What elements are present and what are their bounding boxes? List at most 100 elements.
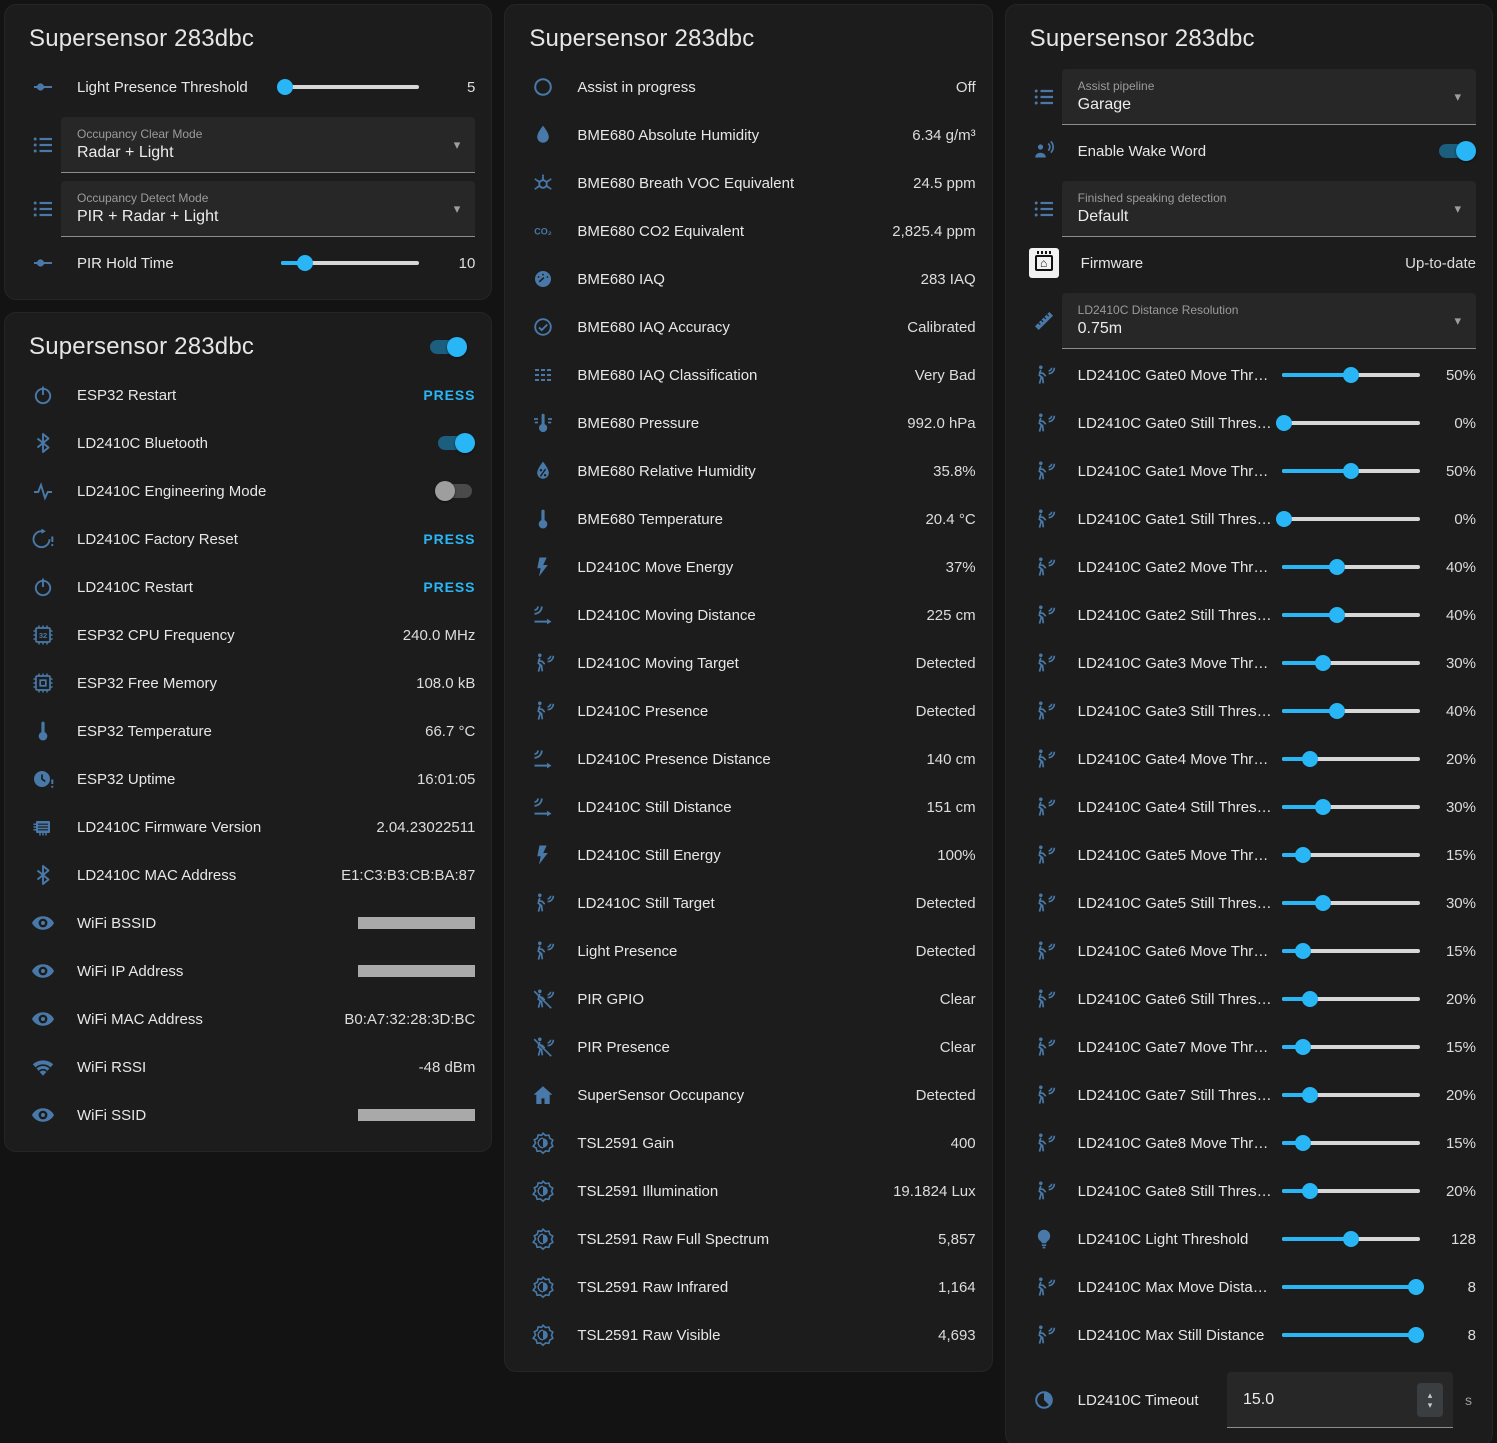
slider-thumb[interactable]: [1343, 367, 1359, 383]
slider[interactable]: [1282, 558, 1420, 576]
slider[interactable]: [1282, 1134, 1420, 1152]
row-ld2410c-gate2-move-threshold[interactable]: LD2410C Gate2 Move Threshold40%: [1006, 543, 1492, 591]
row-pir-gpio[interactable]: PIR GPIOClear: [505, 975, 991, 1023]
slider-thumb[interactable]: [1343, 1231, 1359, 1247]
slider-thumb[interactable]: [1343, 463, 1359, 479]
number-value[interactable]: 15.0: [1243, 1391, 1417, 1409]
slider[interactable]: [1282, 462, 1420, 480]
row-bme680-breath-voc-equivalent[interactable]: BME680 Breath VOC Equivalent24.5 ppm: [505, 159, 991, 207]
slider-thumb[interactable]: [1329, 607, 1345, 623]
toggle-switch[interactable]: [435, 433, 475, 453]
select-field[interactable]: Assist pipelineGarage▾: [1062, 69, 1476, 125]
row-tsl2591-raw-infrared[interactable]: TSL2591 Raw Infrared1,164: [505, 1263, 991, 1311]
slider[interactable]: [281, 78, 419, 96]
slider-thumb[interactable]: [1295, 1135, 1311, 1151]
row-esp32-cpu-frequency[interactable]: 32ESP32 CPU Frequency240.0 MHz: [5, 611, 491, 659]
row-ld2410c-gate5-move-threshold[interactable]: LD2410C Gate5 Move Threshold15%: [1006, 831, 1492, 879]
slider[interactable]: [1282, 1038, 1420, 1056]
slider-thumb[interactable]: [1315, 895, 1331, 911]
slider[interactable]: [1282, 990, 1420, 1008]
select-field[interactable]: Occupancy Clear ModeRadar + Light▾: [61, 117, 475, 173]
row-ld2410c-move-energy[interactable]: LD2410C Move Energy37%: [505, 543, 991, 591]
row-bme680-iaq-classification[interactable]: BME680 IAQ ClassificationVery Bad: [505, 351, 991, 399]
stepper-down-icon[interactable]: ▾: [1428, 1400, 1433, 1410]
slider[interactable]: [1282, 366, 1420, 384]
slider-thumb[interactable]: [297, 255, 313, 271]
row-ld2410c-gate3-still-threshold[interactable]: LD2410C Gate3 Still Threshold40%: [1006, 687, 1492, 735]
stepper-buttons[interactable]: ▴▾: [1417, 1383, 1443, 1417]
row-wifi-rssi[interactable]: WiFi RSSI-48 dBm: [5, 1043, 491, 1091]
select-field[interactable]: Occupancy Detect ModePIR + Radar + Light…: [61, 181, 475, 237]
row-ld2410c-gate5-still-threshold[interactable]: LD2410C Gate5 Still Threshold30%: [1006, 879, 1492, 927]
slider-thumb[interactable]: [1329, 703, 1345, 719]
row-ld2410c-gate6-move-threshold[interactable]: LD2410C Gate6 Move Threshold15%: [1006, 927, 1492, 975]
slider[interactable]: [1282, 1278, 1420, 1296]
row-tsl2591-illumination[interactable]: TSL2591 Illumination19.1824 Lux: [505, 1167, 991, 1215]
card-power-toggle[interactable]: [427, 337, 467, 357]
number-field[interactable]: 15.0▴▾: [1227, 1372, 1453, 1428]
row-ld2410c-timeout[interactable]: LD2410C Timeout15.0▴▾s: [1006, 1367, 1492, 1433]
row-ld2410c-presence[interactable]: LD2410C PresenceDetected: [505, 687, 991, 735]
slider-thumb[interactable]: [1408, 1279, 1424, 1295]
slider[interactable]: [1282, 1326, 1420, 1344]
slider-thumb[interactable]: [277, 79, 293, 95]
row-wifi-ip-address[interactable]: WiFi IP Address: [5, 947, 491, 995]
press-button[interactable]: PRESS: [423, 531, 475, 547]
row-ld2410c-gate7-still-threshold[interactable]: LD2410C Gate7 Still Threshold20%: [1006, 1071, 1492, 1119]
slider[interactable]: [1282, 750, 1420, 768]
slider[interactable]: [1282, 1182, 1420, 1200]
row-ld2410c-gate0-still-threshold[interactable]: LD2410C Gate0 Still Threshold0%: [1006, 399, 1492, 447]
row-wifi-mac-address[interactable]: WiFi MAC AddressB0:A7:32:28:3D:BC: [5, 995, 491, 1043]
slider[interactable]: [281, 254, 419, 272]
row-wifi-ssid[interactable]: WiFi SSID: [5, 1091, 491, 1139]
slider-thumb[interactable]: [1295, 943, 1311, 959]
slider[interactable]: [1282, 1230, 1420, 1248]
row-tsl2591-raw-full-spectrum[interactable]: TSL2591 Raw Full Spectrum5,857: [505, 1215, 991, 1263]
row-firmware[interactable]: ⌂FirmwareUp-to-date: [1006, 239, 1492, 287]
slider-thumb[interactable]: [1315, 799, 1331, 815]
row-bme680-absolute-humidity[interactable]: BME680 Absolute Humidity6.34 g/m³: [505, 111, 991, 159]
row-enable-wake-word[interactable]: Enable Wake Word: [1006, 127, 1492, 175]
row-ld2410c-gate1-move-threshold[interactable]: LD2410C Gate1 Move Threshold50%: [1006, 447, 1492, 495]
row-ld2410c-gate6-still-threshold[interactable]: LD2410C Gate6 Still Threshold20%: [1006, 975, 1492, 1023]
stepper-up-icon[interactable]: ▴: [1428, 1390, 1433, 1400]
row-ld2410c-gate7-move-threshold[interactable]: LD2410C Gate7 Move Threshold15%: [1006, 1023, 1492, 1071]
row-pir-hold-time[interactable]: PIR Hold Time10: [5, 239, 491, 287]
row-ld2410c-presence-distance[interactable]: LD2410C Presence Distance140 cm: [505, 735, 991, 783]
toggle-switch[interactable]: [435, 481, 475, 501]
row-ld2410c-firmware-version[interactable]: LD2410C Firmware Version2.04.23022511: [5, 803, 491, 851]
row-ld2410c-gate4-still-threshold[interactable]: LD2410C Gate4 Still Threshold30%: [1006, 783, 1492, 831]
slider-thumb[interactable]: [1295, 847, 1311, 863]
row-ld2410c-moving-distance[interactable]: LD2410C Moving Distance225 cm: [505, 591, 991, 639]
slider-thumb[interactable]: [1302, 1087, 1318, 1103]
row-esp32-uptime[interactable]: ESP32 Uptime16:01:05: [5, 755, 491, 803]
row-ld2410c-light-threshold[interactable]: LD2410C Light Threshold128: [1006, 1215, 1492, 1263]
row-ld2410c-max-move-distance[interactable]: LD2410C Max Move Distance8: [1006, 1263, 1492, 1311]
row-bme680-relative-humidity[interactable]: BME680 Relative Humidity35.8%: [505, 447, 991, 495]
row-bme680-temperature[interactable]: BME680 Temperature20.4 °C: [505, 495, 991, 543]
select-field[interactable]: LD2410C Distance Resolution0.75m▾: [1062, 293, 1476, 349]
slider[interactable]: [1282, 510, 1420, 528]
slider[interactable]: [1282, 942, 1420, 960]
press-button[interactable]: PRESS: [423, 579, 475, 595]
slider[interactable]: [1282, 798, 1420, 816]
row-ld2410c-mac-address[interactable]: LD2410C MAC AddressE1:C3:B3:CB:BA:87: [5, 851, 491, 899]
slider-thumb[interactable]: [1408, 1327, 1424, 1343]
row-ld2410c-gate8-still-threshold[interactable]: LD2410C Gate8 Still Threshold20%: [1006, 1167, 1492, 1215]
row-wifi-bssid[interactable]: WiFi BSSID: [5, 899, 491, 947]
row-ld2410c-gate3-move-threshold[interactable]: LD2410C Gate3 Move Threshold30%: [1006, 639, 1492, 687]
row-ld2410c-moving-target[interactable]: LD2410C Moving TargetDetected: [505, 639, 991, 687]
row-ld2410c-still-distance[interactable]: LD2410C Still Distance151 cm: [505, 783, 991, 831]
row-ld2410c-max-still-distance[interactable]: LD2410C Max Still Distance8: [1006, 1311, 1492, 1359]
slider-thumb[interactable]: [1329, 559, 1345, 575]
slider-thumb[interactable]: [1276, 511, 1292, 527]
row-tsl2591-raw-visible[interactable]: TSL2591 Raw Visible4,693: [505, 1311, 991, 1359]
slider-thumb[interactable]: [1302, 751, 1318, 767]
select-field[interactable]: Finished speaking detectionDefault▾: [1062, 181, 1476, 237]
slider-thumb[interactable]: [1302, 991, 1318, 1007]
slider-thumb[interactable]: [1315, 655, 1331, 671]
row-ld2410c-gate1-still-threshold[interactable]: LD2410C Gate1 Still Threshold0%: [1006, 495, 1492, 543]
row-esp32-free-memory[interactable]: ESP32 Free Memory108.0 kB: [5, 659, 491, 707]
row-ld2410c-gate4-move-threshold[interactable]: LD2410C Gate4 Move Threshold20%: [1006, 735, 1492, 783]
row-ld2410c-gate2-still-threshold[interactable]: LD2410C Gate2 Still Threshold40%: [1006, 591, 1492, 639]
